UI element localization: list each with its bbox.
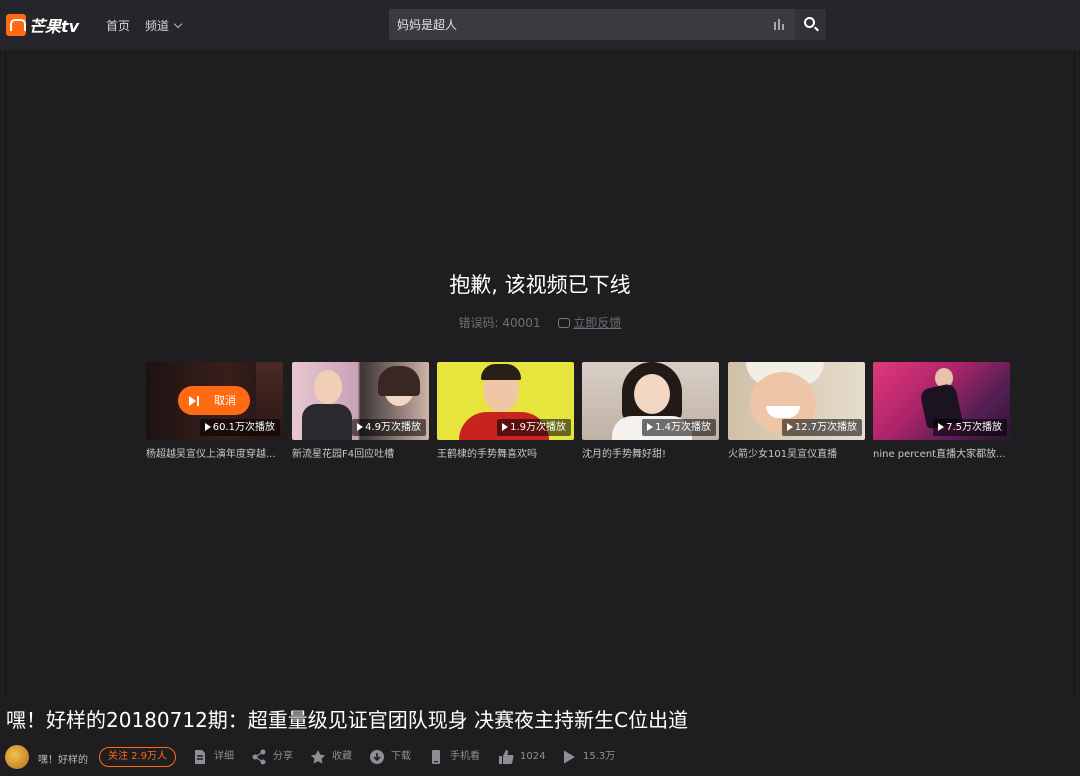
nav-channel-label: 频道 [145,19,170,33]
play-count: 4.9万次播放 [352,419,426,436]
video-player[interactable]: 抱歉, 该视频已下线 错误码: 40001 立即反馈 取消 60.1万次播放 杨… [5,50,1075,695]
recommendation-list: 取消 60.1万次播放 杨超越吴宣仪上演年度穿越... 4.9万次播放 新流星花… [146,362,1016,462]
chevron-down-icon [173,19,183,29]
play-count: 60.1万次播放 [199,419,280,436]
video-title[interactable]: 王鹤棣的手势舞喜欢吗 [437,445,574,460]
search-input-value: 妈妈是超人 [397,18,458,32]
feedback-label: 立即反馈 [573,316,622,330]
top-bar: 芒果tv 首页 频道 妈妈是超人 [0,0,1080,50]
play-icon [647,423,654,431]
list-item[interactable]: 12.7万次播放 火箭少女101吴宣仪直播 [728,362,865,460]
list-item[interactable]: 4.9万次播放 新流星花园F4回应吐槽 [292,362,429,460]
video-thumbnail[interactable]: 12.7万次播放 [728,362,865,440]
offline-message: 抱歉, 该视频已下线 [449,273,631,297]
share-icon [252,749,266,765]
play-icon [357,423,364,431]
thumbs-up-icon [499,750,514,764]
play-icon [204,423,211,431]
error-info: 错误码: 40001 立即反馈 [6,314,1074,331]
channel-name[interactable]: 嘿！好样的 [38,751,88,766]
play-icon [938,423,945,431]
cancel-label: 取消 [214,394,236,407]
video-title[interactable]: 新流星花园F4回应吐槽 [292,445,429,460]
video-title[interactable]: 沈月的手势舞好甜! [582,445,719,460]
search-input[interactable]: 妈妈是超人 [389,9,795,40]
page-title: 嘿！好样的20180712期：超重量级见证官团队现身 决赛夜主持新生C位出道 [6,708,689,732]
play-count: 7.5万次播放 [933,419,1007,436]
video-thumbnail[interactable]: 4.9万次播放 [292,362,429,440]
share-button[interactable]: 分享 [251,747,301,767]
video-thumbnail[interactable]: 取消 60.1万次播放 [146,362,283,440]
video-meta-bar: 嘿！好样的 关注 2.9万人 详细 分享 收藏 下载 手机看 1024 15.3… [5,744,1075,770]
play-count: 12.7万次播放 [781,419,862,436]
play-icon [502,423,509,431]
chat-icon [558,318,571,328]
logo[interactable]: 芒果tv [6,12,79,38]
cancel-autoplay-button[interactable]: 取消 [178,386,250,415]
phone-icon [432,750,440,764]
list-item[interactable]: 1.4万次播放 沈月的手势舞好甜! [582,362,719,460]
download-icon [370,750,384,764]
play-next-icon [189,396,201,406]
play-circle-icon [564,750,575,764]
star-icon [310,750,326,764]
feedback-link[interactable]: 立即反馈 [558,316,621,330]
video-title[interactable]: nine percent直播大家都放... [873,445,1010,460]
download-button[interactable]: 下载 [369,747,419,767]
video-title[interactable]: 火箭少女101吴宣仪直播 [728,445,865,460]
video-thumbnail[interactable]: 1.4万次播放 [582,362,719,440]
list-item[interactable]: 1.9万次播放 王鹤棣的手势舞喜欢吗 [437,362,574,460]
nav-channel-menu[interactable]: 频道 [145,17,183,34]
list-item[interactable]: 7.5万次播放 nine percent直播大家都放... [873,362,1010,460]
video-title[interactable]: 杨超越吴宣仪上演年度穿越... [146,445,283,460]
video-thumbnail[interactable]: 1.9万次播放 [437,362,574,440]
search-icon [804,17,815,28]
mango-logo-icon [6,14,26,36]
play-count: 1.4万次播放 [642,419,716,436]
like-button[interactable]: 1024 [498,747,553,767]
list-item[interactable]: 取消 60.1万次播放 杨超越吴宣仪上演年度穿越... [146,362,283,460]
favorite-button[interactable]: 收藏 [310,747,365,767]
detail-button[interactable]: 详细 [192,747,242,767]
nav-home-link[interactable]: 首页 [106,17,130,34]
play-count: 1.9万次播放 [497,419,571,436]
logo-text: 芒果tv [29,17,80,36]
video-thumbnail[interactable]: 7.5万次播放 [873,362,1010,440]
follow-button[interactable]: 关注 2.9万人 [99,747,176,767]
document-icon [195,750,205,764]
error-code: 错误码: 40001 [458,316,541,330]
search-button[interactable] [795,9,826,40]
avatar[interactable] [5,745,29,769]
mobile-watch-button[interactable]: 手机看 [428,747,488,767]
play-count-display: 15.3万 [561,747,621,767]
play-icon [786,423,793,431]
hot-trend-icon[interactable] [774,19,787,30]
